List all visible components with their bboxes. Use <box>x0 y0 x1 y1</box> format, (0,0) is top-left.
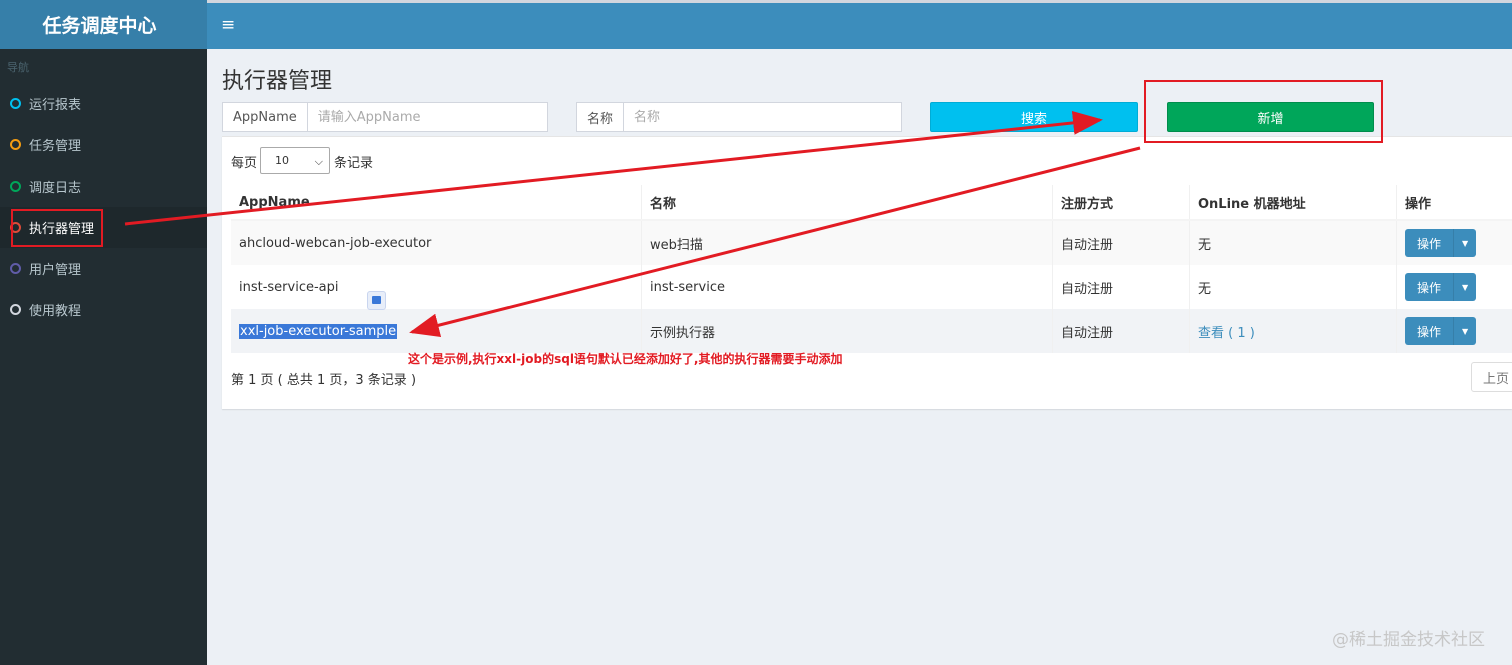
cell-registry: 自动注册 <box>1052 220 1190 265</box>
column-header-name[interactable]: 名称 <box>641 185 1053 221</box>
sidebar-item-run-report[interactable]: 运行报表 <box>0 83 207 124</box>
cell-name: inst-service <box>641 265 1053 309</box>
circle-icon <box>10 181 21 192</box>
app-logo-title[interactable]: 任务调度中心 <box>0 0 207 49</box>
operation-label: 操作 <box>1405 273 1455 301</box>
page-length-prefix: 每页 <box>231 156 258 171</box>
operation-dropdown-button[interactable]: 操作 ▼ <box>1405 317 1477 345</box>
watermark: @稀土掘金技术社区 <box>1332 630 1485 650</box>
cell-online: 无 <box>1189 265 1397 309</box>
table-info: 第 1 页 ( 总共 1 页，3 条记录 ) <box>231 373 417 388</box>
column-header-online[interactable]: OnLine 机器地址 <box>1189 185 1397 221</box>
executor-table: AppName 名称 注册方式 OnLine 机器地址 操作 ahcloud-w… <box>231 185 1512 353</box>
appname-filter: AppName <box>222 102 548 132</box>
cell-operation: 操作 ▼ <box>1396 220 1512 265</box>
name-filter: 名称 <box>576 102 902 132</box>
top-navbar: ≡ <box>207 0 1512 49</box>
cell-registry: 自动注册 <box>1052 309 1190 353</box>
appname-input[interactable] <box>307 103 547 131</box>
circle-icon <box>10 304 21 315</box>
circle-icon <box>10 98 21 109</box>
chevron-down-icon: ⌵ <box>314 155 323 168</box>
table-row: xxl-job-executor-sample 示例执行器 自动注册 查看 ( … <box>231 309 1512 353</box>
operation-label: 操作 <box>1405 317 1455 345</box>
search-button[interactable]: 搜索 <box>930 102 1138 132</box>
cell-online: 无 <box>1189 220 1397 265</box>
sidebar-item-user-manage[interactable]: 用户管理 <box>0 248 207 289</box>
name-label: 名称 <box>577 103 625 131</box>
sidebar-item-label: 用户管理 <box>29 263 82 278</box>
sidebar-item-tutorial[interactable]: 使用教程 <box>0 289 207 330</box>
sidebar-item-label: 调度日志 <box>29 181 82 196</box>
page-length-suffix: 条记录 <box>334 156 374 171</box>
table-row: inst-service-api inst-service 自动注册 无 操作 … <box>231 265 1512 309</box>
caret-down-icon: ▼ <box>1461 238 1469 248</box>
annotation-text: 这个是示例,执行xxl-job的sql语句默认已经添加好了,其他的执行器需要手动… <box>408 352 843 366</box>
cell-online: 查看 ( 1 ) <box>1189 309 1397 353</box>
cell-registry: 自动注册 <box>1052 265 1190 309</box>
sidebar-item-label: 任务管理 <box>29 139 82 154</box>
prev-page-button[interactable]: 上页 <box>1471 362 1512 392</box>
cell-appname: ahcloud-webcan-job-executor <box>231 220 642 265</box>
column-header-operation[interactable]: 操作 <box>1396 185 1512 221</box>
appname-label: AppName <box>223 103 308 131</box>
operation-dropdown-button[interactable]: 操作 ▼ <box>1405 229 1477 257</box>
operation-label: 操作 <box>1405 229 1455 257</box>
translate-popup-icon[interactable] <box>367 291 386 310</box>
menu-toggle-icon[interactable]: ≡ <box>221 17 235 34</box>
cell-name: 示例执行器 <box>641 309 1053 353</box>
page-length-value: 10 <box>275 154 289 167</box>
view-online-link[interactable]: 查看 ( 1 ) <box>1198 326 1255 341</box>
cell-operation: 操作 ▼ <box>1396 265 1512 309</box>
sidebar-item-job-log[interactable]: 调度日志 <box>0 166 207 207</box>
name-input[interactable] <box>624 103 901 131</box>
circle-icon <box>10 139 21 150</box>
table-row: ahcloud-webcan-job-executor web扫描 自动注册 无… <box>231 220 1512 265</box>
cell-name: web扫描 <box>641 220 1053 265</box>
page-length-select[interactable]: 10 ⌵ <box>260 147 330 174</box>
selected-appname-text: xxl-job-executor-sample <box>239 323 398 339</box>
cell-appname: inst-service-api <box>231 265 642 309</box>
column-header-registry[interactable]: 注册方式 <box>1052 185 1190 221</box>
circle-icon <box>10 263 21 274</box>
annotation-box-add <box>1144 80 1383 143</box>
sidebar-header: 导航 <box>7 61 29 74</box>
page-title: 执行器管理 <box>222 69 333 94</box>
column-header-appname[interactable]: AppName <box>231 185 642 221</box>
cell-appname: xxl-job-executor-sample <box>231 309 642 353</box>
sidebar-item-label: 使用教程 <box>29 304 82 319</box>
caret-down-icon: ▼ <box>1461 326 1469 336</box>
annotation-box-sidebar <box>11 209 103 247</box>
table-header-row: AppName 名称 注册方式 OnLine 机器地址 操作 <box>231 185 1512 221</box>
sidebar-item-job-manage[interactable]: 任务管理 <box>0 124 207 165</box>
caret-down-icon: ▼ <box>1461 282 1469 292</box>
cell-operation: 操作 ▼ <box>1396 309 1512 353</box>
sidebar-item-label: 运行报表 <box>29 98 82 113</box>
operation-dropdown-button[interactable]: 操作 ▼ <box>1405 273 1477 301</box>
